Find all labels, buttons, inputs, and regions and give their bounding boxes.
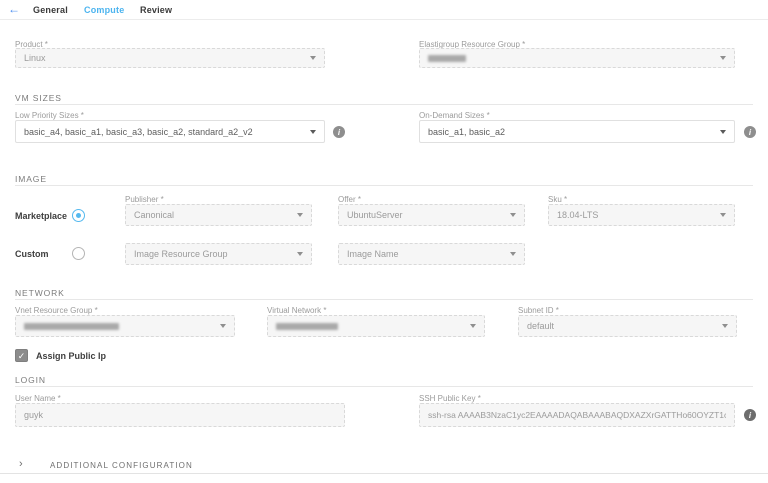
custom-radio[interactable] bbox=[72, 247, 85, 260]
chevron-down-icon bbox=[720, 130, 726, 134]
ssh-public-key-input[interactable]: ssh-rsa AAAAB3NzaC1yc2EAAAADAQABAAABAQDX… bbox=[419, 403, 735, 427]
tab-compute[interactable]: Compute bbox=[84, 5, 124, 15]
product-value: Linux bbox=[24, 53, 46, 63]
ssh-public-key-label: SSH Public Key * bbox=[419, 394, 481, 403]
offer-select[interactable]: UbuntuServer bbox=[338, 204, 525, 226]
assign-public-ip-label: Assign Public Ip bbox=[36, 351, 106, 361]
subnet-id-label: Subnet ID * bbox=[518, 306, 559, 315]
on-demand-sizes-label: On-Demand Sizes * bbox=[419, 111, 490, 120]
back-arrow-icon[interactable]: ← bbox=[8, 3, 20, 15]
publisher-value: Canonical bbox=[134, 210, 174, 220]
image-resource-group-placeholder: Image Resource Group bbox=[134, 249, 228, 259]
info-icon[interactable]: i bbox=[744, 409, 756, 421]
divider bbox=[15, 299, 753, 300]
on-demand-sizes-select[interactable]: basic_a1, basic_a2 bbox=[419, 120, 735, 143]
section-title-login: LOGIN bbox=[15, 375, 46, 385]
redacted-value bbox=[24, 323, 119, 330]
marketplace-radio[interactable] bbox=[72, 209, 85, 222]
check-icon: ✓ bbox=[18, 351, 26, 361]
section-title-image: IMAGE bbox=[15, 174, 47, 184]
redacted-value bbox=[428, 55, 466, 62]
subnet-id-value: default bbox=[527, 321, 554, 331]
offer-value: UbuntuServer bbox=[347, 210, 403, 220]
custom-row-label: Custom bbox=[15, 249, 49, 259]
tab-general[interactable]: General bbox=[33, 5, 68, 15]
assign-public-ip-checkbox[interactable]: ✓ bbox=[15, 349, 28, 362]
wizard-tab-bar: ← General Compute Review bbox=[0, 0, 768, 20]
divider bbox=[15, 386, 753, 387]
chevron-down-icon bbox=[510, 252, 516, 256]
marketplace-row-label: Marketplace bbox=[15, 211, 67, 221]
sku-select[interactable]: 18.04-LTS bbox=[548, 204, 735, 226]
chevron-down-icon bbox=[297, 252, 303, 256]
chevron-down-icon bbox=[297, 213, 303, 217]
chevron-down-icon bbox=[720, 213, 726, 217]
subnet-id-select[interactable]: default bbox=[518, 315, 737, 337]
publisher-label: Publisher * bbox=[125, 195, 164, 204]
section-title-vm-sizes: VM SIZES bbox=[15, 93, 62, 103]
redacted-value bbox=[276, 323, 338, 330]
offer-label: Offer * bbox=[338, 195, 361, 204]
chevron-down-icon bbox=[310, 130, 316, 134]
divider bbox=[15, 185, 753, 186]
user-name-value: guyk bbox=[24, 410, 43, 420]
vnet-resource-group-label: Vnet Resource Group * bbox=[15, 306, 98, 315]
low-priority-sizes-label: Low Priority Sizes * bbox=[15, 111, 84, 120]
image-name-placeholder: Image Name bbox=[347, 249, 399, 259]
low-priority-sizes-select[interactable]: basic_a4, basic_a1, basic_a3, basic_a2, … bbox=[15, 120, 325, 143]
additional-configuration-toggle[interactable]: ADDITIONAL CONFIGURATION bbox=[50, 461, 193, 470]
low-priority-sizes-value: basic_a4, basic_a1, basic_a3, basic_a2, … bbox=[24, 127, 253, 137]
sku-label: Sku * bbox=[548, 195, 567, 204]
section-title-network: NETWORK bbox=[15, 288, 65, 298]
chevron-down-icon bbox=[720, 56, 726, 60]
product-select[interactable]: Linux bbox=[15, 48, 325, 68]
sku-value: 18.04-LTS bbox=[557, 210, 598, 220]
chevron-right-icon[interactable]: › bbox=[19, 458, 23, 470]
publisher-select[interactable]: Canonical bbox=[125, 204, 312, 226]
vnet-resource-group-select[interactable] bbox=[15, 315, 235, 337]
chevron-down-icon bbox=[310, 56, 316, 60]
chevron-down-icon bbox=[722, 324, 728, 328]
divider bbox=[0, 473, 768, 474]
on-demand-sizes-value: basic_a1, basic_a2 bbox=[428, 127, 505, 137]
chevron-down-icon bbox=[220, 324, 226, 328]
image-resource-group-select[interactable]: Image Resource Group bbox=[125, 243, 312, 265]
chevron-down-icon bbox=[510, 213, 516, 217]
info-icon[interactable]: i bbox=[744, 126, 756, 138]
virtual-network-select[interactable] bbox=[267, 315, 485, 337]
user-name-input[interactable]: guyk bbox=[15, 403, 345, 427]
chevron-down-icon bbox=[470, 324, 476, 328]
elastigroup-rg-select[interactable] bbox=[419, 48, 735, 68]
divider bbox=[15, 104, 753, 105]
ssh-public-key-value: ssh-rsa AAAAB3NzaC1yc2EAAAADAQABAAABAQDX… bbox=[428, 410, 726, 420]
virtual-network-label: Virtual Network * bbox=[267, 306, 326, 315]
image-name-select[interactable]: Image Name bbox=[338, 243, 525, 265]
info-icon[interactable]: i bbox=[333, 126, 345, 138]
user-name-label: User Name * bbox=[15, 394, 61, 403]
tab-review[interactable]: Review bbox=[140, 5, 172, 15]
